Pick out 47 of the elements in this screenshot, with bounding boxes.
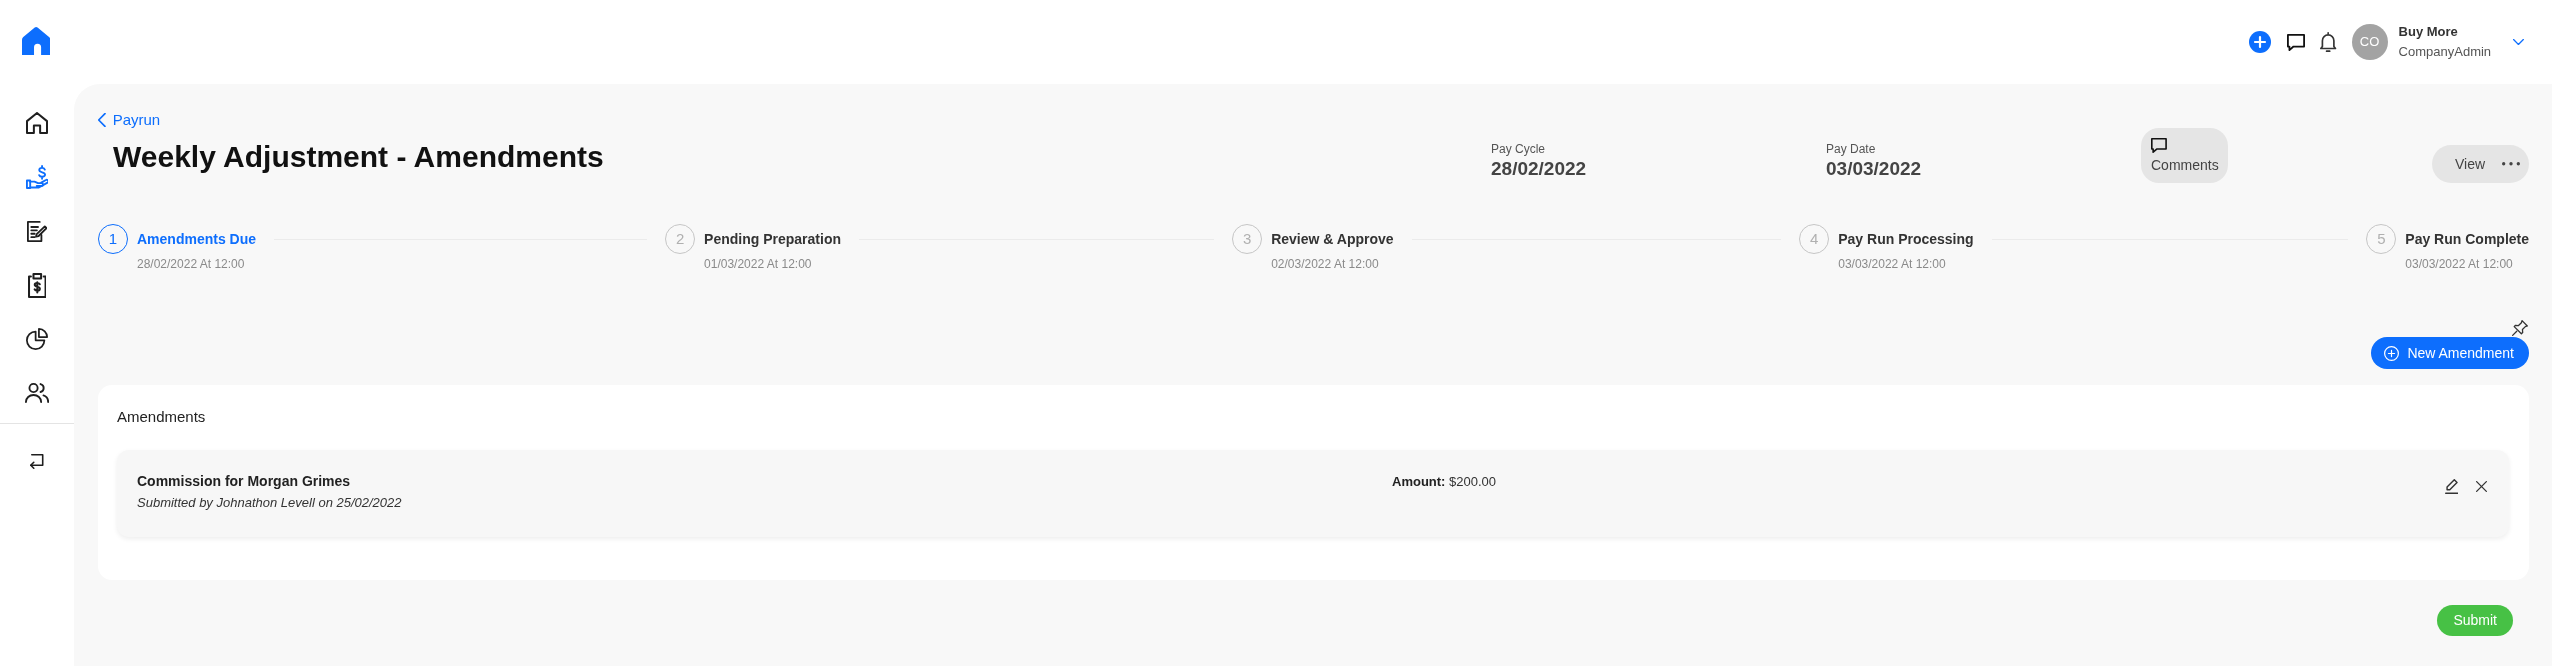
- pie-chart-icon[interactable]: [26, 328, 48, 350]
- step-label: Review & Approve: [1271, 230, 1394, 249]
- logo-icon[interactable]: [22, 27, 51, 55]
- more-button[interactable]: [2502, 145, 2529, 183]
- chat-icon[interactable]: [2287, 33, 2306, 51]
- chevron-down-icon[interactable]: [2513, 39, 2524, 45]
- user-avatar: CO: [2351, 24, 2388, 60]
- step-date: 01/03/2022 At 12:00: [704, 256, 813, 272]
- users-icon[interactable]: [24, 383, 50, 403]
- step-date: 28/02/2022 At 12:00: [137, 256, 246, 272]
- step-label: Pay Run Complete: [2405, 230, 2529, 249]
- plus-circle-icon[interactable]: [2384, 345, 2400, 361]
- comments-button[interactable]: Comments: [2141, 128, 2228, 183]
- account-name: Buy More: [2398, 23, 2459, 41]
- pay-date-label: Pay Date: [1826, 141, 1877, 157]
- amendment-title: Commission for Morgan Grimes: [137, 472, 352, 490]
- back-link[interactable]: Payrun: [98, 110, 161, 130]
- pin-icon[interactable]: [2512, 320, 2528, 336]
- pay-date-value: 03/03/2022: [1826, 157, 1923, 181]
- step-date: 03/03/2022 At 12:00: [2405, 256, 2514, 272]
- page-title: Weekly Adjustment - Amendments: [113, 139, 605, 175]
- submitted-by-text: Submitted by Johnathon Levell on 25/02/2022: [137, 494, 403, 512]
- add-icon[interactable]: [2249, 31, 2272, 53]
- ellipsis-icon[interactable]: [2502, 162, 2520, 166]
- view-button[interactable]: View: [2432, 145, 2502, 183]
- step-label: Amendments Due: [137, 230, 257, 249]
- hand-dollar-icon[interactable]: [25, 165, 49, 189]
- new-amendment-button[interactable]: New Amendment: [2371, 337, 2529, 369]
- account-role: CompanyAdmin: [2398, 43, 2492, 61]
- section-heading: Amendments: [117, 407, 207, 427]
- clipboard-dollar-icon[interactable]: [27, 272, 47, 298]
- step-date: 02/03/2022 At 12:00: [1271, 256, 1380, 272]
- step-label: Pay Run Processing: [1838, 230, 1974, 249]
- pay-cycle-label: Pay Cycle: [1491, 141, 1547, 157]
- submit-button[interactable]: Submit: [2437, 605, 2513, 636]
- document-pen-icon[interactable]: [26, 220, 48, 242]
- speech-bubble-icon[interactable]: [2151, 137, 2167, 153]
- pay-cycle-value: 28/02/2022: [1491, 157, 1588, 181]
- bell-icon[interactable]: [2320, 32, 2337, 52]
- chevron-left-icon[interactable]: [98, 113, 106, 127]
- logout-icon[interactable]: [30, 453, 44, 469]
- amount-text: Amount: $200.00: [1392, 473, 1498, 491]
- step-label: Pending Preparation: [704, 230, 841, 249]
- step-date: 03/03/2022 At 12:00: [1838, 256, 1947, 272]
- edit-icon[interactable]: [2444, 479, 2458, 494]
- home-icon[interactable]: [26, 112, 48, 134]
- close-icon[interactable]: [2476, 481, 2487, 492]
